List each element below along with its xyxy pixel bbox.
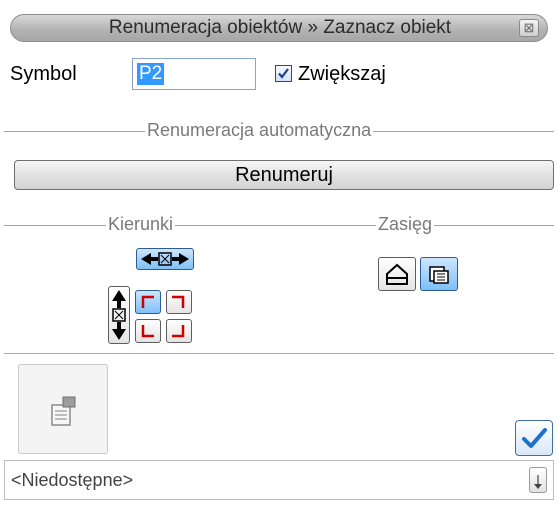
close-icon: ⊠ [523, 20, 535, 35]
corner-bottom-left-icon [141, 325, 154, 338]
window-title: Renumeracja obiektów » Zaznacz obiekt [108, 17, 452, 38]
horizontal-arrows-icon [141, 252, 189, 266]
layers-icon [429, 266, 449, 284]
corner-bottom-right-button[interactable] [166, 319, 192, 343]
scope-house-button[interactable] [378, 257, 416, 291]
scope-layers-button[interactable] [420, 257, 458, 291]
scope-label: Zasięg [376, 213, 435, 235]
increase-checkbox[interactable] [275, 65, 292, 82]
directions-label: Kierunki [106, 213, 176, 235]
symbol-input[interactable]: P2 [132, 58, 256, 90]
corner-bottom-right-icon [172, 325, 185, 338]
auto-group-label: Renumeracja automatyczna [145, 119, 374, 141]
status-text: <Niedostępne> [11, 470, 134, 490]
directions-separator [4, 225, 554, 226]
renumber-button[interactable]: Renumeruj [14, 160, 554, 190]
footer-divider [4, 353, 554, 354]
corner-top-left-button[interactable] [135, 290, 161, 314]
corner-top-left-icon [141, 295, 154, 308]
corner-top-right-button[interactable] [166, 290, 192, 314]
properties-button[interactable] [18, 364, 108, 454]
house-icon [386, 263, 408, 285]
vertical-arrows-icon [112, 290, 126, 340]
symbol-label: Symbol [10, 63, 77, 85]
corner-bottom-left-button[interactable] [135, 319, 161, 343]
checkmark-icon [278, 68, 289, 79]
properties-icon [51, 396, 76, 426]
status-scroll-button[interactable] [529, 467, 547, 493]
title-bar[interactable]: Renumeracja obiektów » Zaznacz obiekt ⊠ [10, 14, 548, 42]
checkmark-icon [522, 428, 547, 448]
increase-label: Zwiększaj [298, 63, 386, 85]
vertical-direction-button[interactable] [108, 286, 130, 344]
corner-top-right-icon [172, 295, 185, 308]
ok-button[interactable] [515, 420, 553, 456]
horizontal-direction-button[interactable] [136, 248, 194, 270]
scroll-down-icon [534, 475, 542, 489]
status-field: <Niedostępne> [4, 460, 554, 500]
close-button[interactable]: ⊠ [519, 19, 539, 37]
symbol-value: P2 [137, 63, 165, 85]
